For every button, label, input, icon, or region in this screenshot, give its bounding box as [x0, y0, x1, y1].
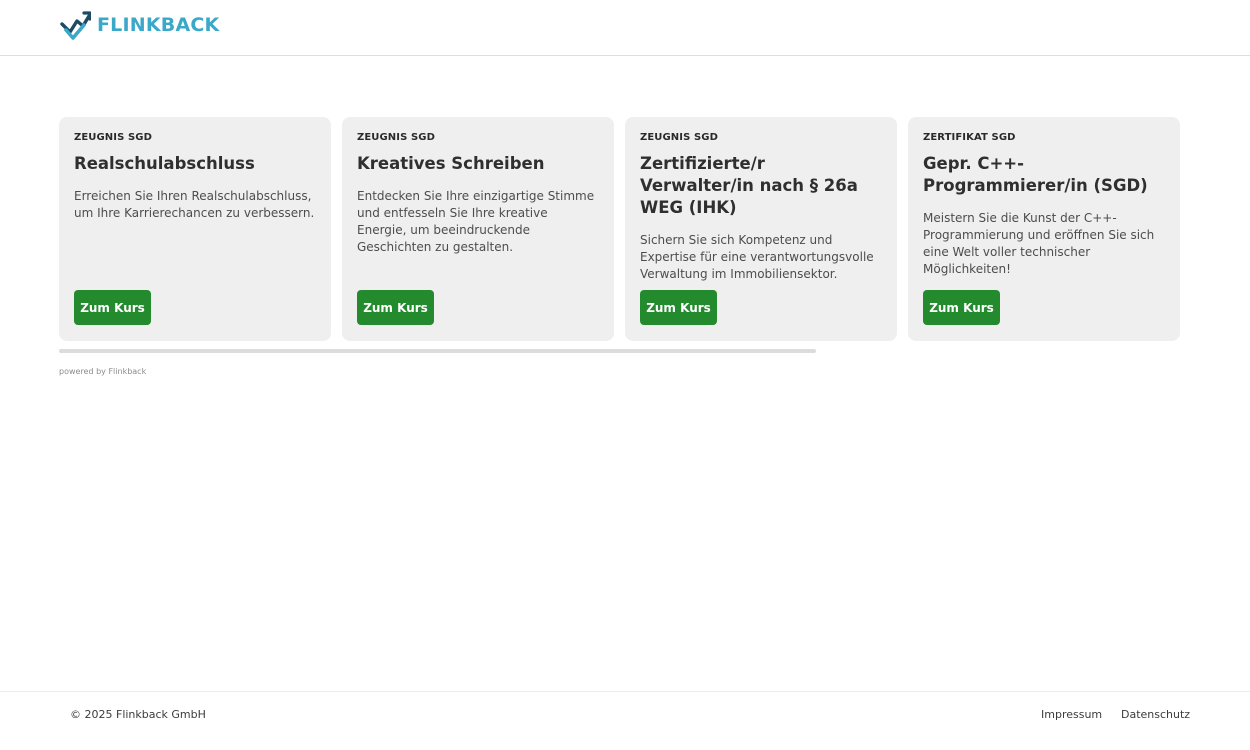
impressum-link[interactable]: Impressum	[1041, 708, 1102, 721]
card-description: Meistern Sie die Kunst der C++-Programmi…	[923, 211, 1155, 276]
course-card: ZEUGNIS SGD Realschulabschluss Erreichen…	[59, 117, 331, 341]
course-cards: ZEUGNIS SGD Realschulabschluss Erreichen…	[59, 117, 1182, 341]
course-card: ZERTIFIKAT SGD Gepr. C++-Programmierer/i…	[908, 117, 1180, 341]
page: FLINKBACK ZEUGNIS SGD Realschulabschluss…	[0, 0, 1250, 750]
course-card: ZEUGNIS SGD Zertifizierte/r Verwalter/in…	[625, 117, 897, 341]
trend-check-icon	[60, 10, 91, 41]
card-description: Sichern Sie sich Kompetenz und Expertise…	[640, 233, 874, 281]
card-kicker: ZEUGNIS SGD	[357, 132, 435, 143]
card-title: Gepr. C++-Programmierer/in (SGD)	[923, 154, 1148, 195]
card-title: Realschulabschluss	[74, 154, 255, 173]
card-title: Zertifizierte/r Verwalter/in nach § 26a …	[640, 154, 858, 217]
card-title: Kreatives Schreiben	[357, 154, 545, 173]
site-footer: © 2025 Flinkback GmbH Impressum Datensch…	[0, 691, 1250, 750]
zum-kurs-button[interactable]: Zum Kurs	[357, 290, 434, 325]
card-kicker: ZEUGNIS SGD	[640, 132, 718, 143]
datenschutz-link[interactable]: Datenschutz	[1121, 708, 1190, 721]
zum-kurs-button[interactable]: Zum Kurs	[74, 290, 151, 325]
card-description: Erreichen Sie Ihren Realschulabschluss, …	[74, 189, 315, 220]
logo-text: FLINKBACK	[97, 14, 220, 36]
card-description: Entdecken Sie Ihre einzigartige Stimme u…	[357, 189, 595, 254]
zum-kurs-button[interactable]: Zum Kurs	[640, 290, 717, 325]
copyright-text: © 2025 Flinkback GmbH	[70, 708, 206, 721]
horizontal-scrollbar[interactable]	[59, 349, 816, 353]
course-card: ZEUGNIS SGD Kreatives Schreiben Entdecke…	[342, 117, 614, 341]
powered-by-text: powered by Flinkback	[59, 367, 147, 376]
card-kicker: ZERTIFIKAT SGD	[923, 132, 1016, 143]
logo-link[interactable]: FLINKBACK	[60, 8, 219, 42]
site-header: FLINKBACK	[0, 0, 1250, 56]
card-kicker: ZEUGNIS SGD	[74, 132, 152, 143]
zum-kurs-button[interactable]: Zum Kurs	[923, 290, 1000, 325]
